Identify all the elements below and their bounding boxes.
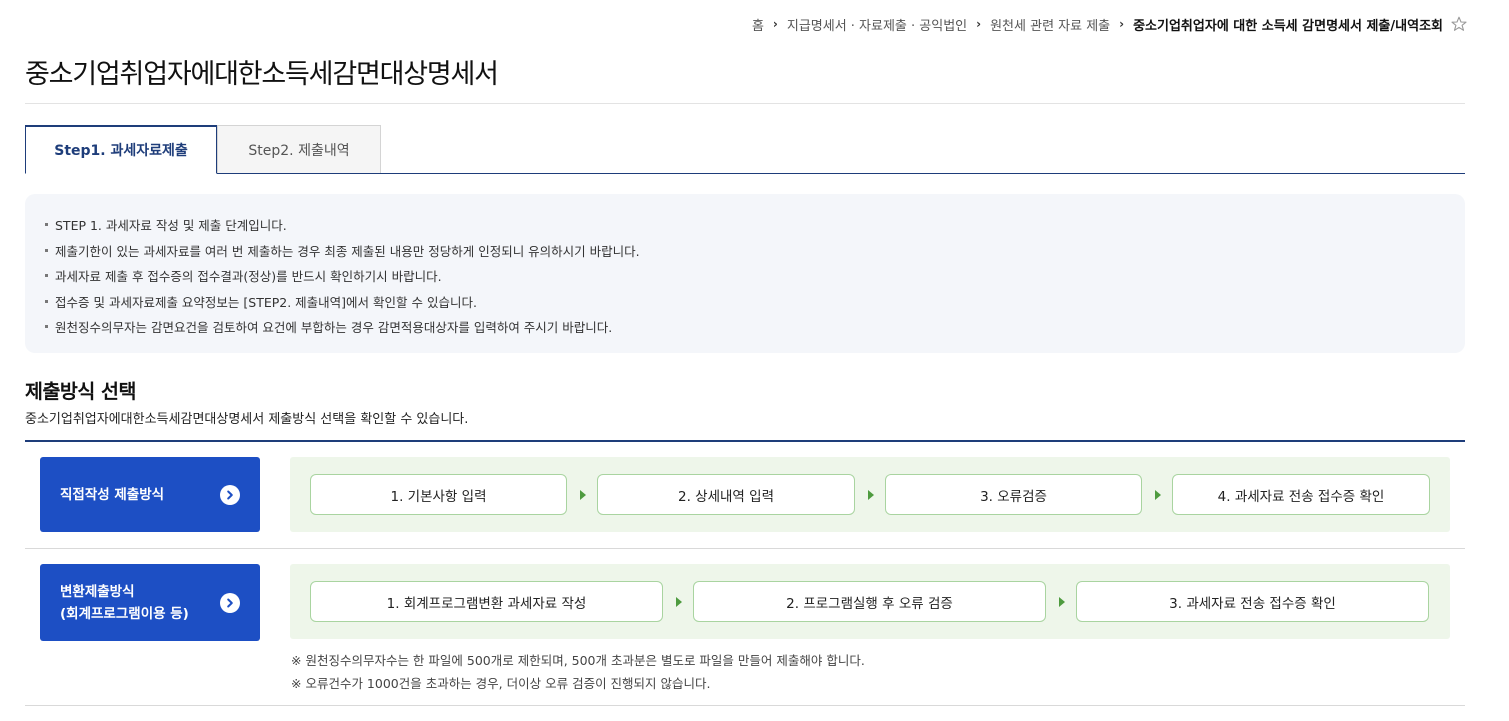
notice-item: 제출기한이 있는 과세자료를 여러 번 제출하는 경우 최종 제출된 내용만 정… <box>45 238 1465 264</box>
breadcrumb-separator-icon: › <box>976 17 982 31</box>
notice-item: STEP 1. 과세자료 작성 및 제출 단계입니다. <box>45 212 1465 238</box>
arrow-right-icon <box>868 490 874 500</box>
tab-step1[interactable]: Step1. 과세자료제출 <box>25 125 217 174</box>
direct-steps-panel: 1. 기본사항 입력 2. 상세내역 입력 3. 오류검증 4. 과세자료 전송… <box>290 457 1450 532</box>
arrow-right-icon <box>580 490 586 500</box>
step-program-error-check: 2. 프로그램실행 후 오류 검증 <box>693 581 1046 622</box>
note-error-limit: ※ 오류건수가 1000건을 초과하는 경우, 더이상 오류 검증이 진행되지 … <box>291 676 711 691</box>
step-program-convert: 1. 회계프로그램변환 과세자료 작성 <box>310 581 663 622</box>
convert-steps-panel: 1. 회계프로그램변환 과세자료 작성 2. 프로그램실행 후 오류 검증 3.… <box>290 564 1450 639</box>
notice-item: 과세자료 제출 후 접수증의 접수결과(정상)를 반드시 확인하기시 바랍니다. <box>45 263 1465 289</box>
notice-text: 접수증 및 과세자료제출 요약정보는 [STEP2. 제출내역]에서 확인할 수… <box>55 294 477 310</box>
arrow-right-icon <box>1059 597 1065 607</box>
step-tabs: Step1. 과세자료제출 Step2. 제출내역 <box>25 125 1465 174</box>
row-divider <box>25 548 1465 549</box>
section-description: 중소기업취업자에대한소득세감면대상명세서 제출방식 선택을 확인할 수 있습니다… <box>25 412 469 427</box>
method-label-line2: (회계프로그램이용 등) <box>60 605 189 622</box>
star-outline-icon[interactable] <box>1451 16 1467 32</box>
bullet-icon <box>45 223 48 227</box>
chevron-right-circle-icon <box>220 592 240 613</box>
method-label: 직접작성 제출방식 <box>60 486 165 503</box>
step-transmit-receipt: 3. 과세자료 전송 접수증 확인 <box>1076 581 1429 622</box>
notice-item: 접수증 및 과세자료제출 요약정보는 [STEP2. 제출내역]에서 확인할 수… <box>45 289 1465 315</box>
page-title: 중소기업취업자에대한소득세감면대상명세서 <box>25 59 499 90</box>
breadcrumb-home[interactable]: 홈 <box>752 15 764 34</box>
breadcrumb-separator-icon: › <box>772 17 778 31</box>
step-transmit-receipt: 4. 과세자료 전송 접수증 확인 <box>1172 474 1430 515</box>
breadcrumb-item-payment-statement[interactable]: 지급명세서 · 자료제출 · 공익법인 <box>787 15 967 34</box>
tab-step2[interactable]: Step2. 제출내역 <box>217 125 381 173</box>
bullet-icon <box>45 299 48 303</box>
step-detail-info: 2. 상세내역 입력 <box>597 474 855 515</box>
direct-submit-method-button[interactable]: 직접작성 제출방식 <box>40 457 260 532</box>
step-basic-info: 1. 기본사항 입력 <box>310 474 567 515</box>
notice-text: 과세자료 제출 후 접수증의 접수결과(정상)를 반드시 확인하기시 바랍니다. <box>55 269 442 285</box>
bullet-icon <box>45 325 48 329</box>
notice-item: 원천징수의무자는 감면요건을 검토하여 요건에 부합하는 경우 감면적용대상자를… <box>45 314 1465 340</box>
notice-box: STEP 1. 과세자료 작성 및 제출 단계입니다. 제출기한이 있는 과세자… <box>25 194 1465 353</box>
arrow-right-icon <box>676 597 682 607</box>
notice-text: 원천징수의무자는 감면요건을 검토하여 요건에 부합하는 경우 감면적용대상자를… <box>55 320 613 336</box>
notice-text: STEP 1. 과세자료 작성 및 제출 단계입니다. <box>55 218 287 234</box>
breadcrumb-item-withholding[interactable]: 원천세 관련 자료 제출 <box>990 15 1110 34</box>
breadcrumb-separator-icon: › <box>1119 17 1125 31</box>
bullet-icon <box>45 274 48 278</box>
arrow-right-icon <box>1155 490 1161 500</box>
breadcrumb-item-current: 중소기업취업자에 대한 소득세 감면명세서 제출/내역조회 <box>1133 18 1443 34</box>
method-label-line1: 변환제출방식 <box>60 583 135 600</box>
row-divider <box>25 705 1465 706</box>
notice-text: 제출기한이 있는 과세자료를 여러 번 제출하는 경우 최종 제출된 내용만 정… <box>55 243 640 259</box>
step-error-check: 3. 오류검증 <box>885 474 1142 515</box>
section-title: 제출방식 선택 <box>25 380 136 403</box>
section-divider <box>25 440 1465 442</box>
title-divider <box>25 103 1465 104</box>
breadcrumb: 홈 › 지급명세서 · 자료제출 · 공익법인 › 원천세 관련 자료 제출 ›… <box>752 14 1467 34</box>
bullet-icon <box>45 248 48 252</box>
note-file-limit: ※ 원천징수의무자수는 한 파일에 500개로 제한되며, 500개 초과분은 … <box>291 653 865 668</box>
method-label: 변환제출방식 (회계프로그램이용 등) <box>60 581 189 625</box>
chevron-right-circle-icon <box>220 484 240 505</box>
convert-submit-method-button[interactable]: 변환제출방식 (회계프로그램이용 등) <box>40 564 260 641</box>
